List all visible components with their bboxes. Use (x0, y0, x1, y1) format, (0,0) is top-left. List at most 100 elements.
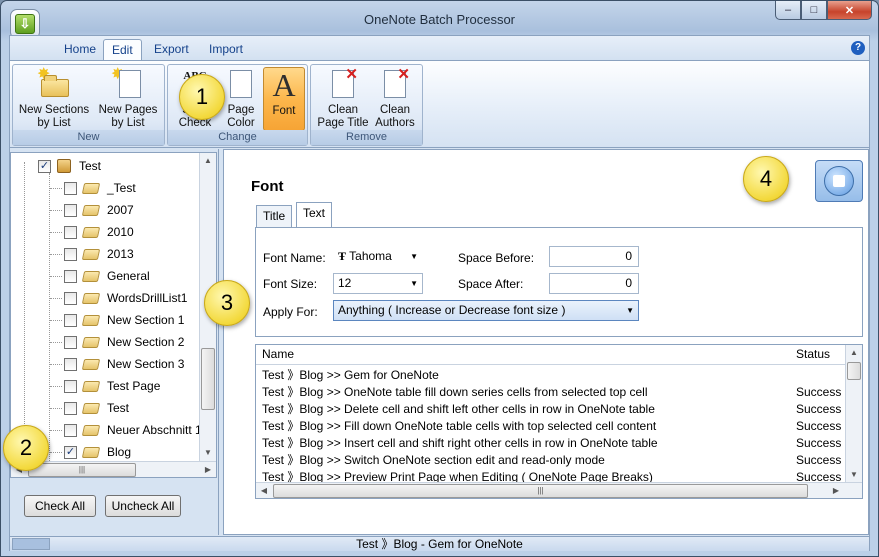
tree-item-checkbox[interactable] (64, 181, 77, 195)
tree-item-checkbox[interactable]: ✓ (64, 445, 77, 459)
tab-export[interactable]: Export (146, 39, 197, 60)
tab-text[interactable]: Text (296, 202, 333, 228)
paint-bucket-icon (230, 70, 252, 98)
tree-scroll-thumb[interactable] (201, 348, 215, 410)
scroll-left-icon[interactable]: ◀ (256, 483, 272, 498)
tab-edit[interactable]: Edit (103, 39, 142, 60)
text-settings: Font Name: Ŧ Tahoma ▼ Space Before: 0 Fo… (255, 227, 863, 337)
new-sections-label: New Sections by List (18, 104, 90, 129)
tab-home[interactable]: Home (56, 39, 104, 60)
tree-item-neuer-abschnitt-1[interactable]: Neuer Abschnitt 1 (64, 421, 202, 439)
tree-item-checkbox[interactable] (64, 401, 77, 415)
tree-item-new-section-2[interactable]: New Section 2 (64, 333, 184, 351)
help-icon[interactable]: ? (851, 41, 865, 55)
tree-item-checkbox[interactable] (64, 313, 77, 327)
results-grid[interactable]: Name Status Test 》Blog >> Gem for OneNot… (255, 344, 863, 499)
tree-item-checkbox[interactable] (64, 225, 77, 239)
tree-item-2013[interactable]: 2013 (64, 245, 134, 263)
new-pages-button[interactable]: ✸ New Pages by List (93, 67, 163, 131)
notebook-tree[interactable]: ✓ Test _Test 2007 2010 2013 General WordsDril… (10, 152, 217, 478)
pages-icon (119, 70, 141, 98)
font-button[interactable]: A Font (263, 67, 305, 131)
tree-item-wordsdrilllist1[interactable]: WordsDrillList1 (64, 289, 187, 307)
grid-row-status: Success (796, 436, 842, 450)
panel-title: Font (251, 178, 284, 195)
column-name-header[interactable]: Name (262, 346, 294, 363)
tree-root[interactable]: ✓ Test (38, 157, 101, 175)
tab-title[interactable]: Title (256, 205, 293, 227)
tree-item-checkbox[interactable] (64, 357, 77, 371)
content-panel: Font Title Text Font Name: Ŧ Tahoma ▼ Sp… (223, 149, 869, 535)
uncheck-all-button[interactable]: Uncheck All (105, 495, 181, 517)
menu-tabs: Home Edit Export Import ? (10, 36, 869, 60)
font-icon: A (272, 67, 296, 103)
grid-row-name[interactable]: Test 》Blog >> OneNote table fill down se… (262, 384, 648, 401)
callout-1: 1 (179, 74, 225, 120)
delete-icon: ✕ (397, 66, 410, 83)
tree-hscroll-thumb[interactable]: ||| (28, 463, 136, 477)
grid-hscroll-thumb[interactable]: ||| (273, 484, 808, 498)
section-icon (81, 314, 101, 326)
scroll-down-icon[interactable]: ▼ (846, 467, 862, 483)
grid-row-name[interactable]: Test 》Blog >> Switch OneNote section edi… (262, 452, 605, 469)
scroll-up-icon[interactable]: ▲ (200, 153, 216, 169)
tree-item-checkbox[interactable] (64, 335, 77, 349)
grid-row-name[interactable]: Test 》Blog >> Insert cell and shift righ… (262, 435, 658, 452)
stop-button[interactable] (815, 160, 863, 202)
font-size-value: 12 (338, 276, 352, 290)
maximize-button[interactable]: □ (801, 1, 827, 20)
tree-item-checkbox[interactable] (64, 379, 77, 393)
space-after-label: Space After: (458, 277, 524, 291)
tab-import[interactable]: Import (201, 39, 251, 60)
tree-item-label: New Section 3 (107, 357, 185, 371)
tree-item-checkbox[interactable] (64, 203, 77, 217)
tree-item-checkbox[interactable] (64, 269, 77, 283)
space-before-input[interactable]: 0 (549, 246, 639, 267)
grid-hscrollbar[interactable]: ◀ ||| ▶ (256, 482, 862, 498)
font-size-select[interactable]: 12 ▼ (333, 273, 423, 294)
space-after-input[interactable]: 0 (549, 273, 639, 294)
clean-authors-label: Clean Authors (375, 104, 415, 129)
tree-item-test-page[interactable]: Test Page (64, 377, 160, 395)
page-color-button[interactable]: Page Color (220, 67, 262, 131)
minimize-button[interactable]: – (775, 1, 801, 20)
column-status-header[interactable]: Status (796, 346, 830, 363)
font-name-select[interactable]: Ŧ Tahoma ▼ (333, 246, 423, 267)
tree-item-general[interactable]: General (64, 267, 150, 285)
apply-for-select[interactable]: Anything ( Increase or Decrease font siz… (333, 300, 639, 321)
tree-root-checkbox[interactable]: ✓ (38, 159, 51, 173)
tree-item-checkbox[interactable] (64, 247, 77, 261)
scroll-right-icon[interactable]: ▶ (828, 483, 844, 498)
grid-row-name[interactable]: Test 》Blog >> Delete cell and shift left… (262, 401, 655, 418)
grid-row-status: Success (796, 385, 842, 399)
stop-icon (833, 175, 845, 187)
grid-row-name[interactable]: Test 》Blog >> Gem for OneNote (262, 367, 439, 384)
tree-item-test[interactable]: _Test (64, 179, 136, 197)
tree-item-checkbox[interactable] (64, 423, 77, 437)
callout-4: 4 (743, 156, 789, 202)
tree-item-label: Neuer Abschnitt 1 (107, 423, 202, 437)
tree-item-test[interactable]: Test (64, 399, 129, 417)
font-name-value: Tahoma (349, 249, 392, 263)
grid-row-name[interactable]: Test 》Blog >> Fill down OneNote table ce… (262, 418, 656, 435)
tree-item-checkbox[interactable] (64, 291, 77, 305)
close-button[interactable]: ✕ (827, 1, 872, 20)
tree-item-label: 2013 (107, 247, 134, 261)
check-all-button[interactable]: Check All (24, 495, 96, 517)
section-icon (81, 446, 101, 458)
tree-item-new-section-1[interactable]: New Section 1 (64, 311, 184, 329)
tree-item-blog[interactable]: ✓ Blog (64, 443, 131, 461)
scroll-right-icon[interactable]: ▶ (200, 462, 216, 477)
new-sections-button[interactable]: ✸ New Sections by List (17, 67, 91, 131)
tree-item-2007[interactable]: 2007 (64, 201, 134, 219)
clean-page-title-button[interactable]: ✕ Clean Page Title (315, 67, 371, 131)
scroll-up-icon[interactable]: ▲ (846, 345, 862, 361)
app-window: ⇩ OneNote Batch Processor – □ ✕ Home Edi… (0, 0, 879, 557)
grid-vscrollbar[interactable]: ▲ ▼ (845, 345, 862, 483)
section-icon (81, 336, 101, 348)
grid-scroll-thumb[interactable] (847, 362, 861, 380)
tree-item-2010[interactable]: 2010 (64, 223, 134, 241)
scroll-down-icon[interactable]: ▼ (200, 445, 216, 461)
clean-authors-button[interactable]: ✕ Clean Authors (371, 67, 419, 131)
tree-item-new-section-3[interactable]: New Section 3 (64, 355, 184, 373)
